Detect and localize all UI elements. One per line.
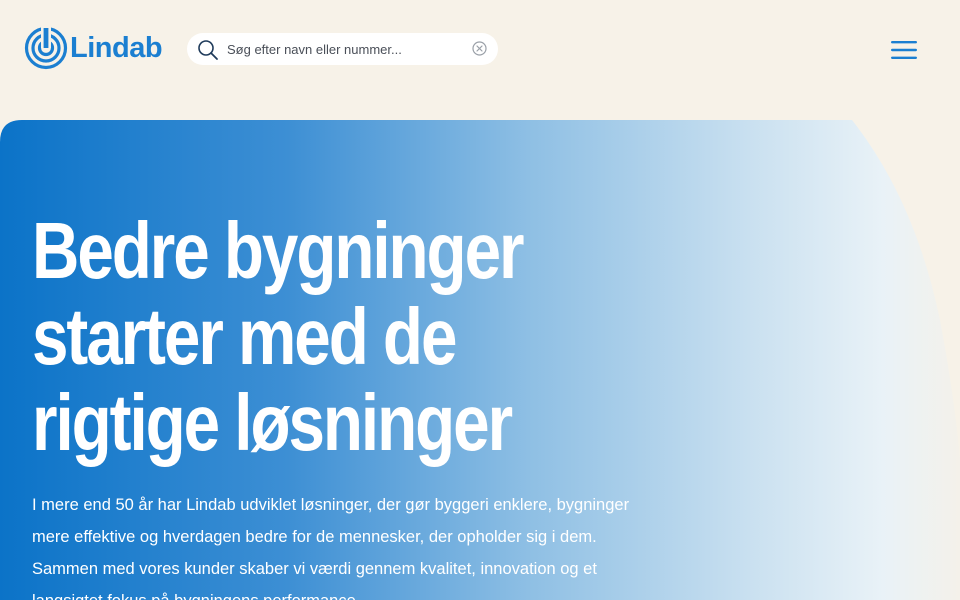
page: Lindab Søg efter navn eller nummer... Be… <box>0 0 960 600</box>
search-input[interactable] <box>227 36 455 62</box>
hamburger-menu-icon <box>891 41 917 59</box>
hero-section: Bedre bygninger starter med de rigtige l… <box>0 120 960 600</box>
site-header: Lindab <box>0 0 960 96</box>
search-bar <box>187 33 498 65</box>
clear-search-icon[interactable] <box>472 41 487 56</box>
hero-title: Bedre bygninger starter med de rigtige l… <box>32 206 525 467</box>
lindab-logo[interactable]: Lindab <box>24 26 163 70</box>
menu-button[interactable] <box>884 34 924 66</box>
logo-wordmark: Lindab <box>70 32 163 64</box>
hero-description: I mere end 50 år har Lindab udviklet løs… <box>32 496 630 600</box>
lindab-logo-icon <box>24 26 68 70</box>
search-icon[interactable] <box>197 39 219 61</box>
